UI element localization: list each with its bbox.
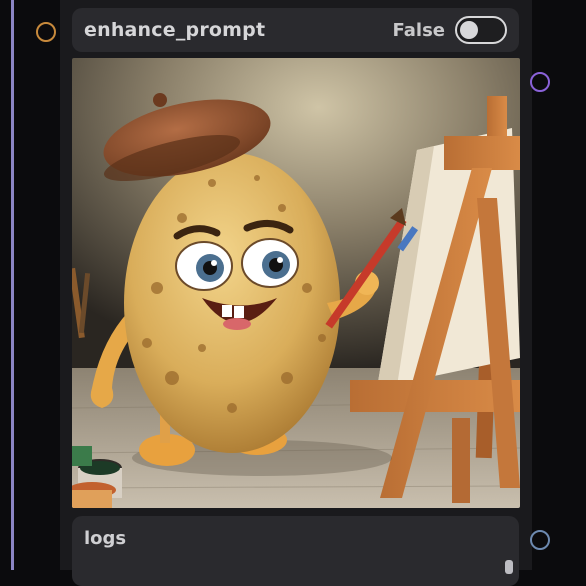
enhance-prompt-widget[interactable]: enhance_prompt False [72, 8, 519, 52]
logs-panel[interactable]: logs [72, 516, 519, 586]
logs-scrollbar[interactable] [505, 560, 513, 574]
widget-value: False [392, 19, 445, 41]
input-port[interactable] [36, 22, 56, 42]
enhance-prompt-toggle[interactable] [455, 16, 507, 44]
output-image-preview[interactable] [72, 58, 520, 508]
widget-label: enhance_prompt [84, 19, 266, 41]
image-output-port[interactable] [530, 72, 550, 92]
logs-output-port[interactable] [530, 530, 550, 550]
logs-label: logs [84, 528, 127, 549]
widget-value-group[interactable]: False [393, 16, 507, 44]
potato-painter-image [72, 58, 520, 508]
canvas-link-line [11, 0, 14, 570]
toggle-knob [460, 21, 478, 39]
